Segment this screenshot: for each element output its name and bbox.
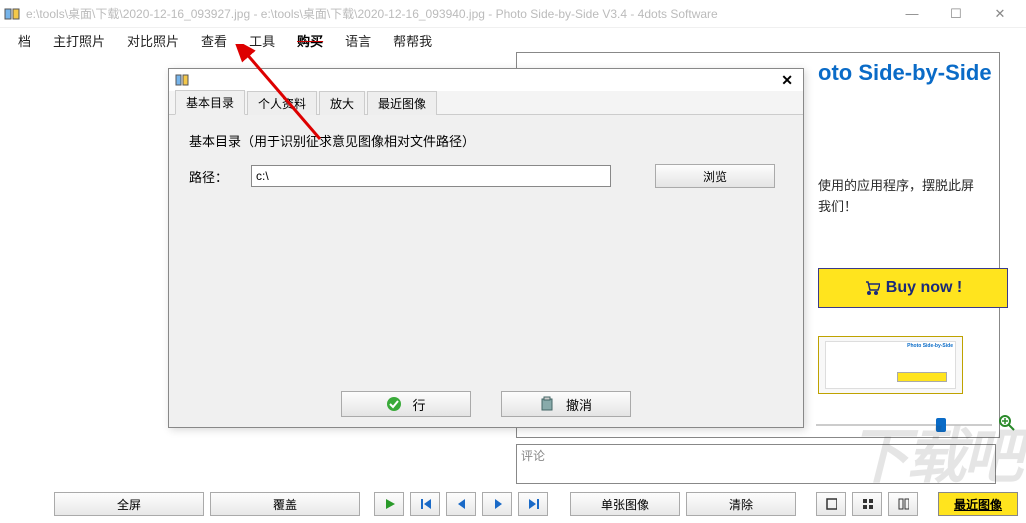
check-icon bbox=[386, 396, 402, 412]
menu-tools[interactable]: 工具 bbox=[241, 29, 283, 52]
square-icon bbox=[825, 497, 837, 511]
tab-zoom[interactable]: 放大 bbox=[319, 91, 365, 115]
next-button[interactable] bbox=[482, 492, 512, 516]
dialog-heading: 基本目录（用于识别征求意见图像相对文件路径） bbox=[189, 131, 783, 150]
bottom-toolbar: 全屏 覆盖 单张图像 清除 最近图像 bbox=[0, 489, 1026, 519]
dialog-titlebar: ✕ bbox=[169, 69, 803, 91]
layout-single-button[interactable] bbox=[816, 492, 846, 516]
dialog-icon bbox=[175, 73, 189, 87]
window-controls: — ☐ ✕ bbox=[890, 0, 1022, 28]
zoom-slider-area bbox=[816, 410, 1016, 434]
play-icon bbox=[383, 497, 395, 511]
layout-grid-button[interactable] bbox=[852, 492, 882, 516]
right-panel: oto Side-by-Side 使用的应用程序，摆脱此屏 我们！ Buy no… bbox=[818, 60, 1018, 394]
path-input[interactable] bbox=[251, 165, 611, 187]
minimize-button[interactable]: — bbox=[890, 0, 934, 28]
single-image-button[interactable]: 单张图像 bbox=[570, 492, 680, 516]
menu-buy[interactable]: 购买 bbox=[289, 29, 331, 52]
next-icon bbox=[491, 497, 503, 511]
menu-file[interactable]: 档 bbox=[10, 29, 39, 52]
ok-button[interactable]: 行 bbox=[341, 391, 471, 417]
tab-recent-images[interactable]: 最近图像 bbox=[367, 91, 437, 115]
screenshot-thumbnail[interactable]: Photo Side-by-Side bbox=[818, 336, 963, 394]
brand-title: oto Side-by-Side bbox=[818, 60, 1018, 86]
play-button[interactable] bbox=[374, 492, 404, 516]
path-label: 路径： bbox=[189, 167, 239, 186]
dialog-body: 基本目录（用于识别征求意见图像相对文件路径） 路径： 浏览 bbox=[169, 115, 803, 204]
zoom-slider-thumb[interactable] bbox=[936, 418, 946, 432]
menubar: 档 主打照片 对比照片 查看 工具 购买 语言 帮帮我 bbox=[0, 28, 1026, 52]
prev-button[interactable] bbox=[446, 492, 476, 516]
cancel-button[interactable]: 撤消 bbox=[501, 391, 631, 417]
comment-input[interactable]: 评论 bbox=[516, 444, 996, 484]
prev-icon bbox=[455, 497, 467, 511]
clear-button[interactable]: 清除 bbox=[686, 492, 796, 516]
split-icon bbox=[897, 497, 909, 511]
first-icon bbox=[419, 497, 431, 511]
promo-text: 使用的应用程序，摆脱此屏 我们！ bbox=[818, 176, 1018, 218]
dialog-close-button[interactable]: ✕ bbox=[777, 72, 797, 89]
cover-button[interactable]: 覆盖 bbox=[210, 492, 360, 516]
browse-button[interactable]: 浏览 bbox=[655, 164, 775, 188]
close-button[interactable]: ✕ bbox=[978, 0, 1022, 28]
first-button[interactable] bbox=[410, 492, 440, 516]
menu-language[interactable]: 语言 bbox=[337, 29, 379, 52]
menu-main-photo[interactable]: 主打照片 bbox=[45, 29, 113, 52]
app-icon bbox=[4, 6, 20, 22]
zoom-slider[interactable] bbox=[816, 424, 992, 426]
tab-profile[interactable]: 个人资料 bbox=[247, 91, 317, 115]
menu-help[interactable]: 帮帮我 bbox=[385, 29, 440, 52]
layout-split-button[interactable] bbox=[888, 492, 918, 516]
cart-icon bbox=[864, 280, 880, 296]
maximize-button[interactable]: ☐ bbox=[934, 0, 978, 28]
menu-compare-photo[interactable]: 对比照片 bbox=[119, 29, 187, 52]
last-button[interactable] bbox=[518, 492, 548, 516]
dialog-tabs: 基本目录 个人资料 放大 最近图像 bbox=[169, 91, 803, 115]
recent-images-button[interactable]: 最近图像 bbox=[938, 492, 1018, 516]
fullscreen-button[interactable]: 全屏 bbox=[54, 492, 204, 516]
buy-now-button[interactable]: Buy now ! bbox=[818, 268, 1008, 308]
grid-icon bbox=[861, 497, 873, 511]
options-dialog: ✕ 基本目录 个人资料 放大 最近图像 基本目录（用于识别征求意见图像相对文件路… bbox=[168, 68, 804, 428]
menu-view[interactable]: 查看 bbox=[193, 29, 235, 52]
tab-basic-directory[interactable]: 基本目录 bbox=[175, 90, 245, 115]
dialog-buttons: 行 撤消 bbox=[169, 391, 803, 417]
last-icon bbox=[527, 497, 539, 511]
window-title: e:\tools\桌面\下载\2020-12-16_093927.jpg - e… bbox=[26, 5, 890, 22]
titlebar: e:\tools\桌面\下载\2020-12-16_093927.jpg - e… bbox=[0, 0, 1026, 28]
magnify-icon[interactable] bbox=[998, 414, 1016, 432]
cancel-icon bbox=[540, 396, 556, 412]
